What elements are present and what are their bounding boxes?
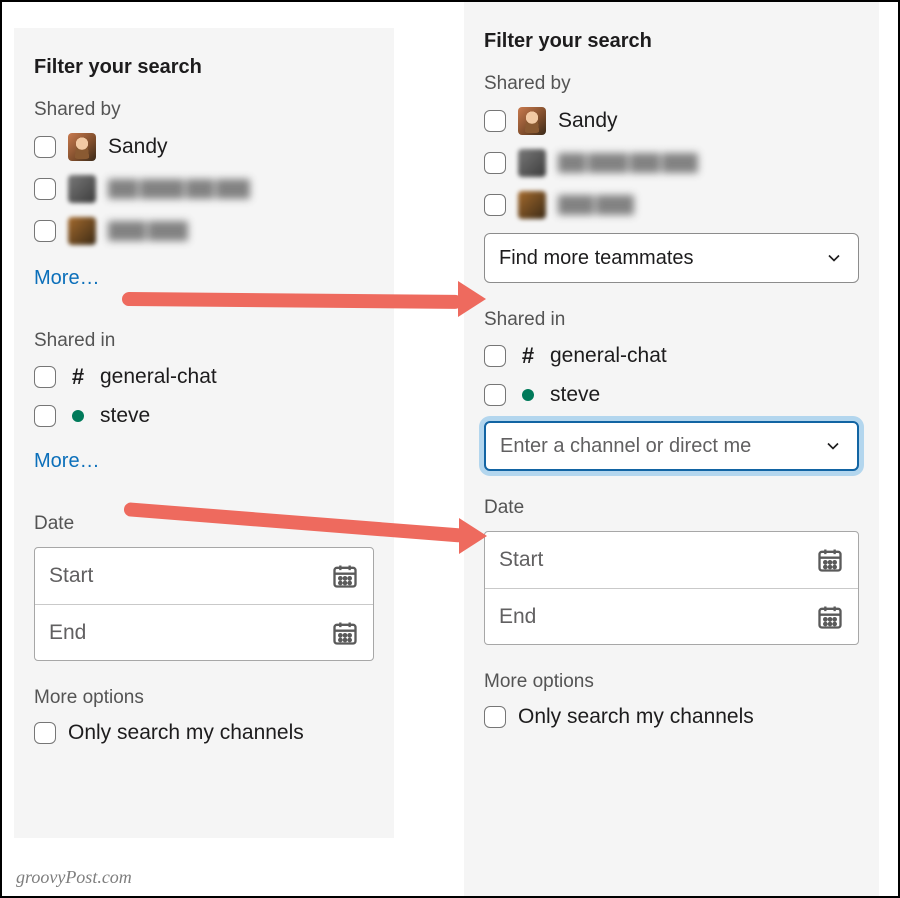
shared-by-item[interactable] xyxy=(484,149,859,177)
date-range-box: Start End xyxy=(34,547,374,661)
shared-in-item-steve[interactable]: steve xyxy=(34,404,374,428)
date-range-box: Start End xyxy=(484,531,859,645)
date-end-input[interactable]: End xyxy=(35,604,373,660)
checkbox[interactable] xyxy=(34,178,56,200)
date-start-placeholder: Start xyxy=(49,564,93,588)
avatar xyxy=(518,191,546,219)
enter-channel-select[interactable]: Enter a channel or direct me xyxy=(484,421,859,471)
date-start-input[interactable]: Start xyxy=(485,532,858,588)
dm-name: steve xyxy=(550,383,600,407)
calendar-icon xyxy=(331,619,359,647)
only-my-channels-label: Only search my channels xyxy=(68,721,304,745)
date-end-input[interactable]: End xyxy=(485,588,858,644)
find-more-teammates-select[interactable]: Find more teammates xyxy=(484,233,859,283)
checkbox[interactable] xyxy=(484,706,506,728)
person-name-redacted xyxy=(108,221,188,241)
date-start-placeholder: Start xyxy=(499,548,543,572)
only-my-channels-option[interactable]: Only search my channels xyxy=(484,705,859,729)
avatar-sandy xyxy=(518,107,546,135)
avatar-sandy xyxy=(68,133,96,161)
shared-in-label: Shared in xyxy=(34,330,374,352)
calendar-icon xyxy=(816,603,844,631)
filter-heading: Filter your search xyxy=(484,30,859,53)
more-options-label: More options xyxy=(34,687,374,709)
shared-by-item-sandy[interactable]: Sandy xyxy=(34,133,374,161)
calendar-icon xyxy=(331,562,359,590)
channel-name: general-chat xyxy=(100,365,217,389)
dm-name: steve xyxy=(100,404,150,428)
checkbox[interactable] xyxy=(484,194,506,216)
date-end-placeholder: End xyxy=(49,621,86,645)
attribution-text: groovyPost.com xyxy=(16,867,132,888)
checkbox[interactable] xyxy=(34,220,56,242)
presence-dot-icon xyxy=(72,410,84,422)
shared-in-item-steve[interactable]: steve xyxy=(484,383,859,407)
channel-name: general-chat xyxy=(550,344,667,368)
avatar xyxy=(68,175,96,203)
shared-by-label: Shared by xyxy=(484,73,859,95)
avatar xyxy=(68,217,96,245)
only-my-channels-option[interactable]: Only search my channels xyxy=(34,721,374,745)
filter-heading: Filter your search xyxy=(34,56,374,79)
date-start-input[interactable]: Start xyxy=(35,548,373,604)
shared-in-label: Shared in xyxy=(484,309,859,331)
date-end-placeholder: End xyxy=(499,605,536,629)
checkbox[interactable] xyxy=(484,345,506,367)
person-name: Sandy xyxy=(558,109,618,133)
shared-by-item[interactable] xyxy=(34,217,374,245)
calendar-icon xyxy=(816,546,844,574)
filter-panel-expanded: Filter your search Shared by Sandy Find … xyxy=(464,2,879,896)
checkbox[interactable] xyxy=(34,136,56,158)
date-label: Date xyxy=(34,513,374,535)
shared-in-item-general[interactable]: # general-chat xyxy=(484,343,859,369)
checkbox[interactable] xyxy=(484,110,506,132)
presence-dot-icon xyxy=(522,389,534,401)
hash-icon: # xyxy=(68,364,88,390)
more-options-label: More options xyxy=(484,671,859,693)
filter-panel-collapsed: Filter your search Shared by Sandy More…… xyxy=(14,28,394,838)
person-name-redacted xyxy=(558,153,698,173)
chevron-down-icon xyxy=(824,248,844,268)
person-name: Sandy xyxy=(108,135,168,159)
select-label: Find more teammates xyxy=(499,247,694,270)
person-name-redacted xyxy=(558,195,634,215)
select-placeholder: Enter a channel or direct me xyxy=(500,435,751,458)
shared-by-item-sandy[interactable]: Sandy xyxy=(484,107,859,135)
shared-by-item[interactable] xyxy=(484,191,859,219)
avatar xyxy=(518,149,546,177)
shared-by-label: Shared by xyxy=(34,99,374,121)
checkbox[interactable] xyxy=(34,366,56,388)
checkbox[interactable] xyxy=(484,384,506,406)
shared-in-item-general[interactable]: # general-chat xyxy=(34,364,374,390)
checkbox[interactable] xyxy=(34,722,56,744)
person-name-redacted xyxy=(108,179,250,199)
more-channels-link[interactable]: More… xyxy=(34,450,100,473)
hash-icon: # xyxy=(518,343,538,369)
more-people-link[interactable]: More… xyxy=(34,267,100,290)
only-my-channels-label: Only search my channels xyxy=(518,705,754,729)
date-label: Date xyxy=(484,497,859,519)
checkbox[interactable] xyxy=(34,405,56,427)
chevron-down-icon xyxy=(823,436,843,456)
checkbox[interactable] xyxy=(484,152,506,174)
shared-by-item[interactable] xyxy=(34,175,374,203)
